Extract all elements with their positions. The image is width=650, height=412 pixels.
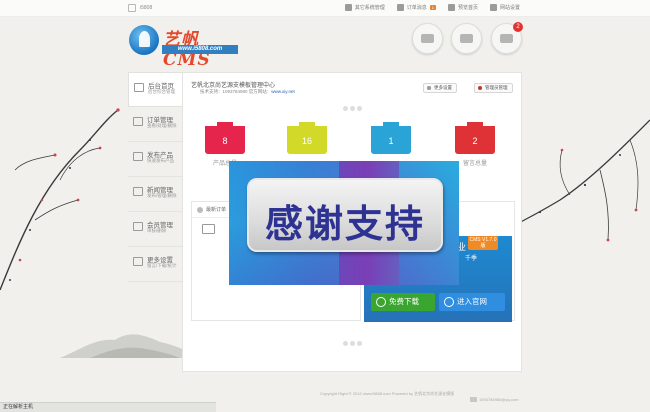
download-label: 免费下载 (389, 297, 419, 306)
top-link-other-systems[interactable]: 其它系统管理 (344, 4, 385, 11)
top-link-label: 订单消息 (406, 5, 427, 11)
eye-icon (447, 4, 455, 11)
browser-status-bar: 正在解析主机 (0, 402, 216, 412)
chat-notification-badge: 2 (513, 22, 523, 32)
site-label: i5808 (140, 5, 153, 11)
thanks-overlay: 感谢支持 (229, 161, 459, 285)
official-site-button[interactable]: 进入官网 (439, 293, 505, 311)
top-link-label: 网站设置 (499, 5, 520, 11)
header-chat-button[interactable]: 2 (491, 22, 523, 54)
top-link-order-messages[interactable]: 订单消息 1 (396, 4, 436, 11)
thanks-plaque: 感谢支持 (247, 178, 443, 252)
stat-news[interactable]: 1 (371, 122, 411, 154)
chart-icon (133, 257, 143, 266)
top-link-preview-home[interactable]: 预览首页 (447, 4, 478, 11)
download-icon (376, 297, 386, 307)
sidebar-item-subtitle: 后台综合管理 (148, 89, 175, 94)
admin-manage-button[interactable]: 管理员管理 (474, 83, 513, 93)
stat-products[interactable]: 8 (205, 122, 245, 154)
sidebar: 后台首页 后台综合管理 订单管理 查看/处理/删除 发布产品 快速发布产品 新闻… (128, 72, 182, 282)
right-branch-decoration (503, 119, 650, 242)
stat-value: 16 (301, 136, 312, 146)
sidebar-item-news[interactable]: 新闻管理 发布/管理/删除 (128, 177, 182, 212)
header-truck-button[interactable] (451, 23, 482, 54)
official-site-link[interactable]: www.xiy.net (271, 89, 294, 94)
divider-dots-bottom (343, 341, 362, 346)
sidebar-item-more-settings[interactable]: 更多设置 留言/下载/统计 (128, 247, 182, 282)
truck-icon (460, 34, 473, 43)
divider-dots-top (343, 106, 362, 111)
page-icon (128, 4, 136, 12)
version-tag: CMS V1.7.0版 (468, 236, 498, 250)
mail-icon (133, 117, 143, 126)
top-bar: i5808 其它系统管理 订单消息 1 预览首页 网站设置 (0, 0, 650, 17)
top-links: 其它系统管理 订单消息 1 预览首页 网站设置 (344, 4, 520, 11)
sidebar-item-subtitle: 快速发布产品 (147, 158, 174, 163)
stat-messages[interactable]: 2 (455, 122, 495, 154)
top-link-site-settings[interactable]: 网站设置 (489, 4, 520, 11)
sidebar-item-members[interactable]: 会员管理 审核/删除 (128, 212, 182, 247)
logo-url: www.i5808.com (162, 45, 238, 54)
more-settings-button[interactable]: 更多设置 (423, 83, 457, 93)
mail-icon (470, 397, 477, 403)
arrow-right-icon (444, 297, 454, 307)
logo[interactable]: 艺帆CMS www.i5808.com (129, 23, 239, 70)
user-icon (421, 34, 434, 43)
promo-tag: 千季 (465, 256, 478, 262)
stat-value: 2 (472, 136, 478, 146)
order-badge: 1 (429, 5, 436, 10)
home-icon (134, 83, 144, 92)
chat-icon (500, 34, 513, 43)
stat-orders[interactable]: 16 (287, 122, 327, 154)
order-icon (396, 4, 404, 11)
welcome-support: 技术支持：1093784980 官方网站：www.xiy.net (200, 89, 295, 95)
top-link-label: 预览首页 (457, 5, 478, 11)
footer-contact: 1093784980@qq.com (470, 397, 519, 403)
sidebar-item-orders[interactable]: 订单管理 查看/处理/删除 (128, 107, 182, 142)
site-indicator: i5808 (128, 4, 152, 12)
news-icon (133, 187, 143, 196)
thanks-text: 感谢支持 (264, 202, 425, 246)
footer-copyright: Copyright Right © 2012 www.i5808.com Pow… (320, 391, 455, 396)
footer-email: 1093784980@qq.com (479, 397, 519, 402)
sidebar-item-subtitle: 留言/下载/统计 (147, 263, 177, 268)
sidebar-item-publish-product[interactable]: 发布产品 快速发布产品 (128, 142, 182, 177)
welcome-title: 艺帆北京尚艺源支模板管理中心 (191, 83, 276, 89)
sidebar-item-subtitle: 审核/删除 (147, 228, 167, 233)
header-user-button[interactable] (412, 23, 443, 54)
sidebar-item-subtitle: 发布/管理/删除 (147, 193, 177, 198)
stat-value: 8 (222, 136, 228, 146)
official-label: 进入官网 (457, 297, 487, 306)
stat-value: 1 (388, 136, 394, 146)
edit-icon (133, 152, 143, 161)
free-download-button[interactable]: 免费下载 (371, 293, 435, 311)
top-link-label: 其它系统管理 (354, 5, 385, 11)
mountain-decoration (60, 334, 200, 358)
document-icon (344, 4, 352, 11)
cart-icon (202, 224, 215, 234)
stats-row: 8 16 1 2 产品总量 留言总量 (203, 122, 503, 167)
support-text: 技术支持：1093784980 官方网站： (200, 89, 272, 94)
logo-emblem-icon (129, 25, 159, 55)
gear-icon (489, 4, 497, 11)
sidebar-item-subtitle: 查看/处理/删除 (147, 123, 177, 128)
sidebar-item-home[interactable]: 后台首页 后台综合管理 (128, 72, 182, 107)
left-branch-decoration (0, 108, 120, 291)
users-icon (133, 222, 143, 231)
